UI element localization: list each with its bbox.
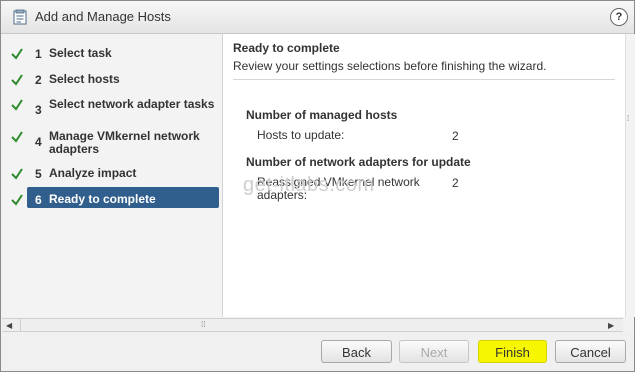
- horizontal-scrollbar[interactable]: ◀ ⁞⁞ ▶: [2, 318, 623, 332]
- help-icon[interactable]: ?: [610, 8, 628, 26]
- next-button[interactable]: Next: [399, 340, 469, 363]
- hosts-to-update-value: 2: [452, 129, 459, 143]
- step-select-task[interactable]: 1 Select task: [2, 47, 222, 67]
- checkmark-icon: [11, 48, 23, 60]
- wizard-steps: 1 Select task 2 Select hosts 3 Select ne…: [2, 34, 223, 317]
- step-ready-to-complete[interactable]: 6 Ready to complete: [2, 187, 222, 213]
- scroll-divider: [20, 319, 21, 331]
- wizard-dialog: Add and Manage Hosts ? 1 Select task 2 S…: [0, 0, 635, 372]
- step-number: 6: [35, 193, 42, 207]
- step-label: Analyze impact: [49, 166, 137, 180]
- checkmark-icon: [11, 74, 23, 86]
- step-label: Ready to complete: [49, 192, 156, 206]
- page-title: Ready to complete: [233, 41, 340, 55]
- step-select-network-adapter-tasks[interactable]: 3 Select network adapter tasks: [2, 98, 222, 124]
- checkmark-icon: [11, 194, 23, 206]
- dialog-title: Add and Manage Hosts: [35, 9, 171, 24]
- step-select-hosts[interactable]: 2 Select hosts: [2, 73, 222, 93]
- section-heading: Number of network adapters for update: [246, 155, 471, 169]
- wizard-icon: [13, 9, 27, 25]
- back-button[interactable]: Back: [321, 340, 392, 363]
- header-divider: [233, 79, 615, 80]
- finish-button[interactable]: Finish: [478, 340, 547, 363]
- hosts-to-update-label: Hosts to update:: [257, 128, 345, 142]
- vertical-scrollbar[interactable]: ⁞: [625, 34, 635, 317]
- scroll-grip-icon: ⁞: [627, 114, 630, 123]
- title-bar: Add and Manage Hosts ?: [1, 1, 634, 34]
- content-pane: Ready to complete Review your settings s…: [223, 34, 625, 317]
- step-number: 5: [35, 167, 42, 181]
- step-number: 4: [35, 135, 42, 149]
- step-label: Select hosts: [49, 72, 120, 86]
- step-number: 2: [35, 73, 42, 87]
- watermark: get-itlabs.com: [243, 174, 375, 196]
- reassigned-adapters-value: 2: [452, 176, 459, 190]
- scroll-left-icon[interactable]: ◀: [6, 321, 12, 330]
- scroll-grip-icon[interactable]: ⁞⁞: [201, 320, 205, 329]
- step-manage-vmkernel-adapters[interactable]: 4 Manage VMkernel network adapters: [2, 130, 222, 156]
- scroll-right-icon[interactable]: ▶: [608, 321, 614, 330]
- section-heading: Number of managed hosts: [246, 108, 398, 122]
- step-label: Select task: [49, 46, 112, 60]
- step-label: Manage VMkernel network adapters: [49, 129, 200, 156]
- checkmark-icon: [11, 131, 23, 143]
- page-subtitle: Review your settings selections before f…: [233, 59, 547, 73]
- button-bar: Back Next Finish Cancel: [1, 332, 634, 371]
- checkmark-icon: [11, 168, 23, 180]
- checkmark-icon: [11, 99, 23, 111]
- step-number: 1: [35, 47, 42, 61]
- cancel-button[interactable]: Cancel: [555, 340, 626, 363]
- step-number: 3: [35, 103, 42, 117]
- step-label: Select network adapter tasks: [49, 97, 215, 111]
- step-analyze-impact[interactable]: 5 Analyze impact: [2, 167, 222, 187]
